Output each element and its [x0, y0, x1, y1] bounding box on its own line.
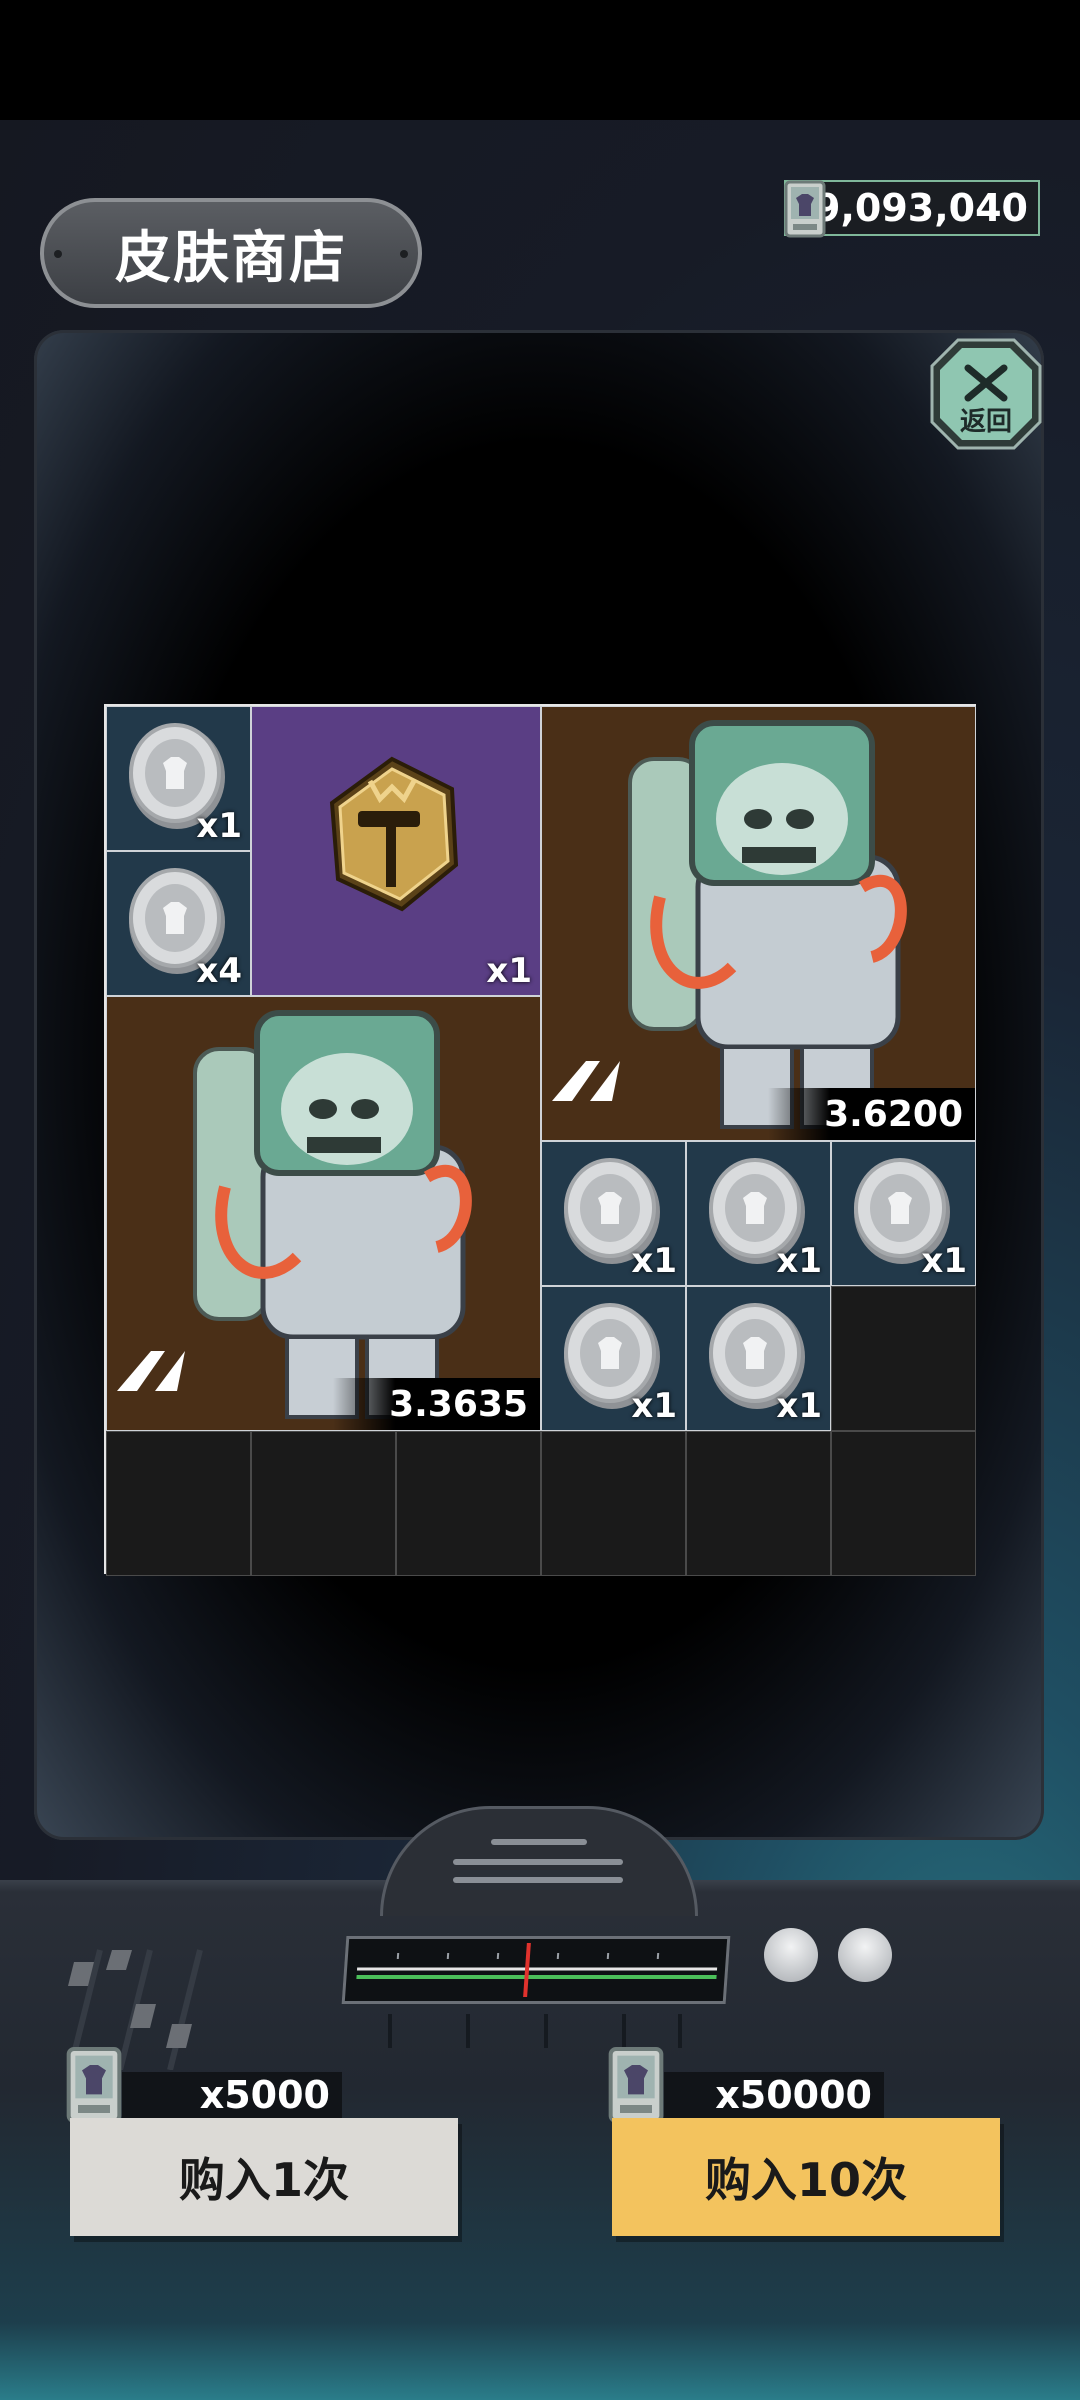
page-title-text: 皮肤商店 — [115, 225, 347, 291]
empty-slot — [106, 1431, 251, 1576]
brand-b-logo — [117, 1351, 185, 1391]
reward-coin[interactable]: x1 — [106, 706, 251, 851]
currency-amount: 9,093,040 — [814, 186, 1028, 230]
reward-quantity: x4 — [196, 951, 242, 991]
tuning-meter — [341, 1936, 731, 2004]
reward-coin[interactable]: x1 — [541, 1286, 686, 1431]
reward-coin[interactable]: x1 — [831, 1141, 976, 1286]
single-price: x5000 — [122, 2072, 342, 2118]
skin-value-tag: 3.6200 — [768, 1088, 975, 1140]
buy-ten-button[interactable]: 购入10次 — [612, 2118, 1000, 2236]
skin-ticket-icon — [784, 180, 826, 238]
skin-value-tag: 3.3635 — [333, 1378, 540, 1430]
console-knob — [838, 1928, 892, 1982]
reward-coin[interactable]: x1 — [541, 1141, 686, 1286]
reward-quantity: x1 — [921, 1241, 967, 1281]
reward-quantity: x1 — [631, 1241, 677, 1281]
buy-once-button[interactable]: 购入1次 — [70, 2118, 458, 2236]
reward-quantity: x1 — [196, 806, 242, 846]
single-price-text: x5000 — [199, 2073, 330, 2117]
buy-once-label: 购入1次 — [178, 2153, 349, 2207]
reward-skin[interactable]: 3.3635 — [106, 996, 541, 1431]
skin-value: 3.3635 — [389, 1383, 528, 1425]
reward-quantity: x1 — [776, 1386, 822, 1426]
skin-ticket-icon — [66, 2047, 122, 2123]
empty-slot — [251, 1431, 396, 1576]
reward-skin[interactable]: 3.6200 — [541, 706, 976, 1141]
reward-emblem[interactable]: x1 — [251, 706, 541, 996]
console-knob — [764, 1928, 818, 1982]
reward-coin[interactable]: x4 — [106, 851, 251, 996]
meter-legs — [388, 2014, 682, 2048]
empty-slot — [686, 1431, 831, 1576]
reward-quantity: x1 — [776, 1241, 822, 1281]
astronaut-skin-icon — [117, 1010, 472, 1419]
astronaut-skin-icon — [552, 720, 907, 1129]
brand-b-logo — [552, 1061, 620, 1101]
empty-slot — [831, 1286, 976, 1431]
reward-quantity: x1 — [631, 1386, 677, 1426]
ten-price-text: x50000 — [715, 2073, 872, 2117]
title-rivet-right — [400, 250, 408, 258]
reward-coin[interactable]: x1 — [686, 1286, 831, 1431]
ten-price: x50000 — [664, 2072, 884, 2118]
empty-slot — [831, 1431, 976, 1576]
back-button[interactable]: 返回 — [928, 336, 1044, 452]
buy-ten-label: 购入10次 — [704, 2153, 907, 2207]
skin-value: 3.6200 — [824, 1093, 963, 1135]
status-bar — [0, 0, 1080, 120]
reward-quantity: x1 — [486, 951, 532, 991]
page-title: 皮肤商店 — [40, 198, 422, 308]
title-rivet-left — [54, 250, 62, 258]
vent-line — [491, 1839, 587, 1845]
reward-coin[interactable]: x1 — [686, 1141, 831, 1286]
empty-slot — [396, 1431, 541, 1576]
back-label: 返回 — [960, 407, 1012, 437]
vent-line — [453, 1877, 623, 1883]
reward-grid: x1 x4 x1 3.6200 3.3635 x1 x1 x1 x1 x1 — [104, 704, 976, 1576]
skin-ticket-icon — [608, 2047, 664, 2123]
vent-line — [453, 1859, 623, 1865]
empty-slot — [541, 1431, 686, 1576]
